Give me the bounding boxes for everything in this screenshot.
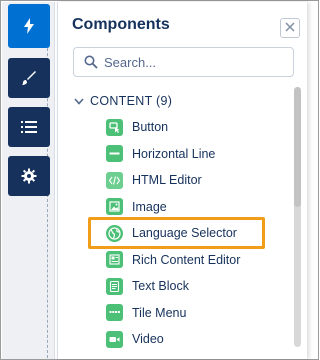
close-button[interactable] bbox=[280, 18, 300, 38]
video-icon bbox=[106, 330, 123, 348]
text-block-icon bbox=[106, 277, 123, 295]
html-code-icon bbox=[106, 171, 123, 189]
chevron-down-icon bbox=[74, 94, 84, 108]
list-item-label: Horizontal Line bbox=[132, 146, 216, 161]
horizontal-line-icon bbox=[106, 145, 123, 162]
list-item-button[interactable]: Button bbox=[106, 114, 286, 140]
section-label: CONTENT (9) bbox=[90, 94, 173, 108]
components-tab-button[interactable] bbox=[8, 4, 50, 48]
list-icon bbox=[21, 120, 37, 134]
left-rail bbox=[2, 2, 55, 359]
components-panel: Components CONTENT (9) Button bbox=[57, 2, 307, 359]
list-item-tile-menu[interactable]: Tile Menu bbox=[106, 300, 286, 326]
settings-tab-button[interactable] bbox=[8, 156, 50, 196]
rich-content-icon bbox=[106, 251, 123, 268]
gear-icon bbox=[21, 168, 37, 184]
list-item-label: Text Block bbox=[132, 279, 189, 293]
list-item-label: Rich Content Editor bbox=[132, 252, 241, 267]
brush-icon bbox=[21, 70, 37, 86]
list-item-label: HTML Editor bbox=[132, 173, 202, 187]
list-item-text-block[interactable]: Text Block bbox=[106, 273, 286, 299]
content-section-header[interactable]: CONTENT (9) bbox=[74, 94, 172, 108]
page-structure-tab-button[interactable] bbox=[8, 107, 50, 147]
scrollbar-thumb[interactable] bbox=[294, 87, 301, 207]
image-icon bbox=[106, 198, 123, 215]
list-item-label: Image bbox=[132, 199, 167, 214]
theme-tab-button[interactable] bbox=[8, 58, 50, 98]
lightning-icon bbox=[23, 18, 35, 34]
highlight-outline bbox=[88, 217, 265, 249]
list-item-label: Button bbox=[132, 120, 169, 134]
panel-title: Components bbox=[72, 16, 170, 33]
builder-frame: Components CONTENT (9) Button bbox=[0, 0, 319, 360]
button-icon bbox=[106, 118, 123, 136]
tile-menu-icon bbox=[106, 304, 123, 321]
list-item-video[interactable]: Video bbox=[106, 326, 286, 352]
list-item-image[interactable]: Image bbox=[106, 194, 286, 220]
close-icon bbox=[285, 19, 295, 37]
list-item-html-editor[interactable]: HTML Editor bbox=[106, 167, 286, 193]
list-item-label: Video bbox=[132, 332, 164, 346]
list-item-rich-content-editor[interactable]: Rich Content Editor bbox=[106, 247, 286, 273]
search-box[interactable] bbox=[73, 47, 294, 77]
search-icon bbox=[84, 55, 98, 74]
list-item-horizontal-line[interactable]: Horizontal Line bbox=[106, 141, 286, 167]
search-input[interactable] bbox=[104, 52, 284, 72]
list-item-label: Tile Menu bbox=[132, 305, 187, 320]
